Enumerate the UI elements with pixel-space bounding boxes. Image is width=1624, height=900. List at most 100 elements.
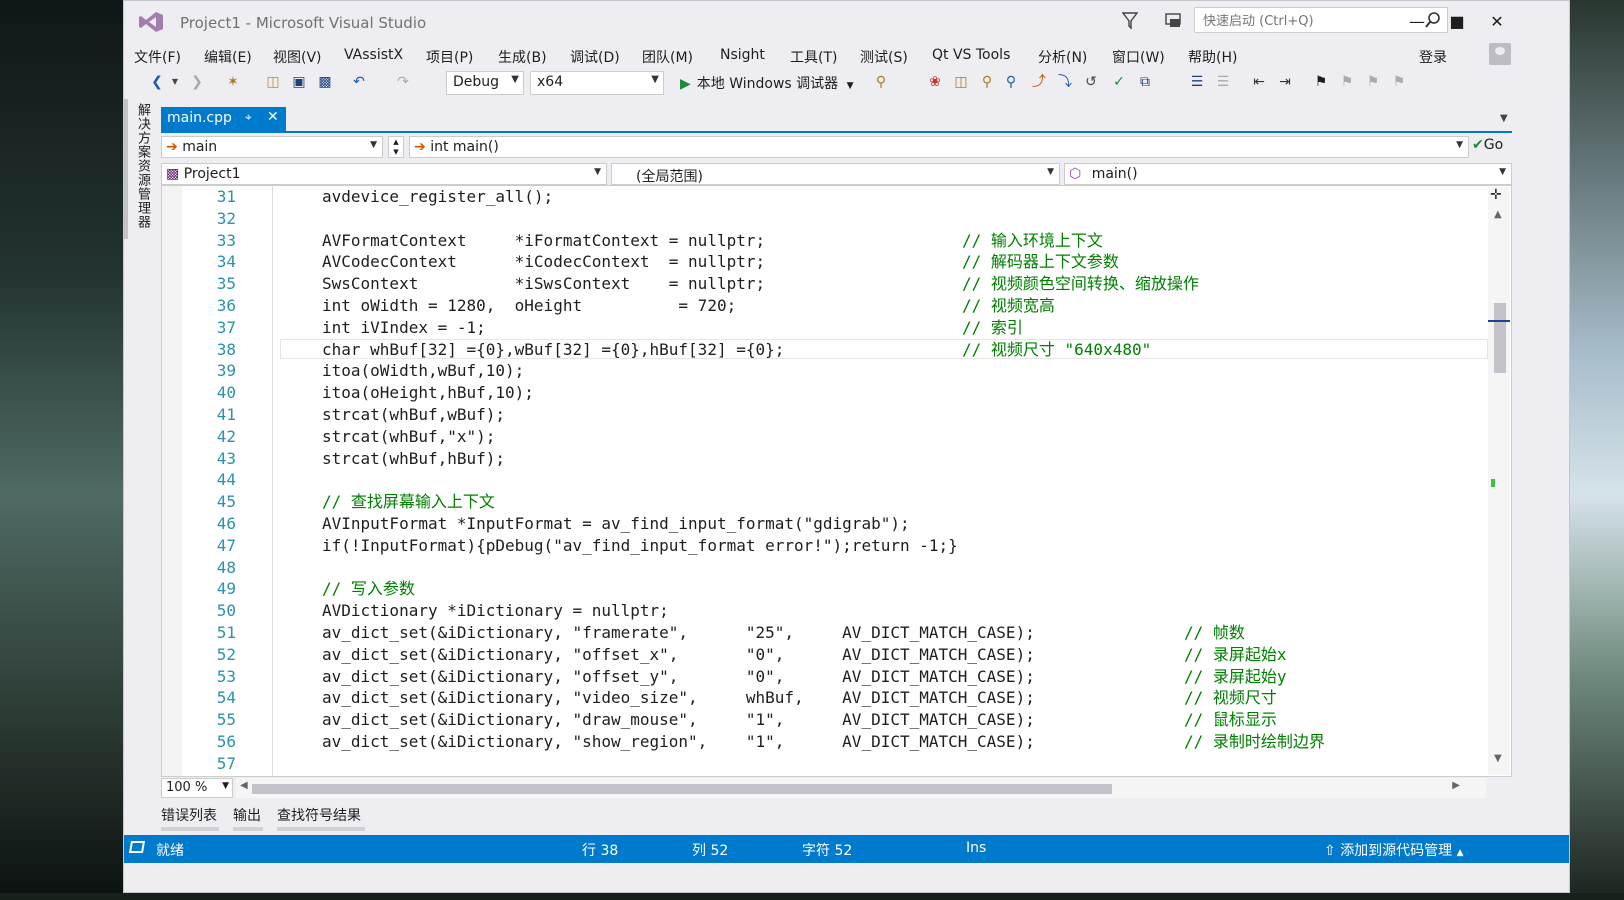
code-line[interactable]: 57: [162, 753, 1511, 775]
back-dropdown-icon[interactable]: ▼: [166, 73, 184, 91]
scroll-down-icon[interactable]: ▼: [1494, 753, 1502, 764]
code-line[interactable]: 42 strcat(whBuf,"x");: [162, 426, 1511, 448]
code-line[interactable]: 36 int oWidth = 1280, oHeight = 720; // 视频…: [162, 295, 1511, 317]
code-line[interactable]: 45 // 查找屏幕输入上下文: [162, 491, 1511, 513]
menu-debug[interactable]: 调试(D): [570, 47, 620, 67]
code-line[interactable]: 40 itoa(oHeight,hBuf,10);: [162, 382, 1511, 404]
code-line[interactable]: 52 av_dict_set(&iDictionary, "offset_x", …: [162, 644, 1511, 666]
quick-launch-input[interactable]: [1201, 9, 1423, 33]
code-line[interactable]: 46 AVInputFormat *InputFormat = av_find_i…: [162, 513, 1511, 535]
navigate-forward-icon[interactable]: ❯: [188, 73, 206, 91]
vassistx-definition-combo[interactable]: ➔ int main() ▼: [409, 136, 1469, 158]
decrease-indent-icon[interactable]: ⇤: [1250, 73, 1268, 91]
open-file-icon[interactable]: ◫: [264, 73, 282, 91]
menu-analyze[interactable]: 分析(N): [1038, 47, 1087, 67]
output-window-icon[interactable]: [128, 841, 146, 853]
code-line[interactable]: 47 if(!InputFormat){pDebug("av_find_input…: [162, 535, 1511, 557]
code-line[interactable]: 44: [162, 469, 1511, 491]
find-in-files-icon[interactable]: ⚲: [872, 73, 890, 91]
step-back-icon[interactable]: ↺: [1082, 73, 1100, 91]
code-line[interactable]: 53 av_dict_set(&iDictionary, "offset_y", …: [162, 666, 1511, 688]
symbol-spinner[interactable]: ▲ ▼: [388, 136, 404, 158]
vassistx-icon[interactable]: ❀: [926, 73, 944, 91]
close-button[interactable]: ✕: [1480, 9, 1514, 35]
uncomment-lines-icon[interactable]: ☰: [1214, 73, 1232, 91]
comment-lines-icon[interactable]: ☰: [1188, 73, 1206, 91]
scope-select[interactable]: (全局范围) ▼: [611, 163, 1060, 185]
code-editor[interactable]: 31 avdevice_register_all(); 32 33 AVFormatCo…: [161, 185, 1512, 777]
code-line[interactable]: 50 AVDictionary *iDictionary = nullptr;: [162, 600, 1511, 622]
tab-find-symbol-results[interactable]: 查找符号结果: [277, 805, 361, 825]
scroll-up-icon[interactable]: ▲: [1494, 209, 1502, 220]
code-line[interactable]: 56 av_dict_set(&iDictionary, "show_region…: [162, 731, 1511, 753]
code-line[interactable]: 34 AVCodecContext *iCodecContext = nullpt…: [162, 251, 1511, 273]
menu-window[interactable]: 窗口(W): [1112, 47, 1165, 67]
scroll-left-icon[interactable]: ◀: [240, 780, 248, 791]
code-line[interactable]: 49 // 写入参数: [162, 578, 1511, 600]
menu-project[interactable]: 项目(P): [426, 47, 473, 67]
undo-icon[interactable]: ↶: [350, 73, 368, 91]
previous-bookmark-icon[interactable]: ⚑: [1338, 73, 1356, 91]
close-tab-icon[interactable]: ✕: [267, 109, 279, 125]
tab-overflow-dropdown-icon[interactable]: ▼: [1500, 113, 1508, 124]
account-avatar[interactable]: [1489, 43, 1511, 65]
title-bar[interactable]: Project1 - Microsoft Visual Studio — ■ ✕: [124, 1, 1569, 43]
solution-platform-select[interactable]: x64 ▼: [530, 71, 664, 95]
pin-icon[interactable]: ⌖: [245, 110, 252, 125]
member-select[interactable]: ⬡ main() ▼: [1064, 163, 1512, 185]
code-line[interactable]: 32: [162, 208, 1511, 230]
menu-view[interactable]: 视图(V): [273, 47, 322, 67]
editor-horizontal-scrollbar[interactable]: ◀ ▶: [236, 778, 1486, 798]
refactor-icon[interactable]: ⧉: [1136, 73, 1154, 91]
solution-explorer-tab[interactable]: 解决方案资源管理器: [130, 103, 152, 243]
code-line[interactable]: 43 strcat(whBuf,hBuf);: [162, 448, 1511, 470]
new-project-icon[interactable]: ✶: [224, 73, 242, 91]
zoom-select[interactable]: 100 % ▼: [161, 778, 233, 798]
code-line[interactable]: 31 avdevice_register_all();: [162, 186, 1511, 208]
tab-error-list[interactable]: 错误列表: [161, 805, 217, 825]
increase-indent-icon[interactable]: ⇥: [1276, 73, 1294, 91]
go-button[interactable]: ✔Go: [1472, 137, 1503, 153]
menu-file[interactable]: 文件(F): [134, 47, 181, 67]
menu-nsight[interactable]: Nsight: [720, 47, 765, 63]
project-select[interactable]: ▩ Project1 ▼: [161, 163, 607, 185]
add-to-source-control-button[interactable]: ⇧ 添加到源代码管理 ▲: [1324, 840, 1464, 860]
code-line[interactable]: 37 int iVIndex = -1; // 索引: [162, 317, 1511, 339]
code-line[interactable]: 48: [162, 557, 1511, 579]
tab-main-cpp[interactable]: main.cpp ⌖ ✕: [161, 107, 286, 131]
clear-bookmarks-icon[interactable]: ⚑: [1390, 73, 1408, 91]
vassistx-symbol-combo[interactable]: ➔ main ▼: [161, 136, 383, 158]
go-to-icon[interactable]: ⤴: [1030, 73, 1048, 91]
scrollbar-thumb[interactable]: [1494, 303, 1506, 373]
solution-configuration-select[interactable]: Debug ▼: [446, 71, 524, 95]
spell-check-icon[interactable]: ✓: [1110, 73, 1128, 91]
start-debugging-button[interactable]: ▶ 本地 Windows 调试器 ▼: [680, 73, 854, 93]
feedback-icon[interactable]: [1164, 12, 1184, 30]
open-folder-icon[interactable]: ◫: [952, 73, 970, 91]
code-line[interactable]: 33 AVFormatContext *iFormatContext = null…: [162, 230, 1511, 252]
redo-icon[interactable]: ↷: [394, 73, 412, 91]
code-line[interactable]: 38 char whBuf[32] ={0},wBuf[32] ={0},hBuf…: [162, 339, 1511, 361]
hscrollbar-thumb[interactable]: [252, 784, 1112, 794]
menu-edit[interactable]: 编辑(E): [204, 47, 252, 67]
sign-in-link[interactable]: 登录: [1419, 47, 1447, 67]
navigate-back-icon[interactable]: ❮: [148, 73, 166, 91]
code-line[interactable]: 54 av_dict_set(&iDictionary, "video_size"…: [162, 687, 1511, 709]
tab-output[interactable]: 输出: [233, 805, 261, 825]
menu-build[interactable]: 生成(B): [498, 47, 547, 67]
menu-tools[interactable]: 工具(T): [790, 47, 837, 67]
code-line[interactable]: 35 SwsContext *iSwsContext = nullptr; // 视…: [162, 273, 1511, 295]
menu-test[interactable]: 测试(S): [860, 47, 908, 67]
menu-team[interactable]: 团队(M): [642, 47, 693, 67]
go-to-member-icon[interactable]: ⤵: [1056, 73, 1074, 91]
maximize-button[interactable]: ■: [1440, 9, 1474, 35]
editor-vertical-scrollbar[interactable]: ▲ ▼: [1488, 187, 1510, 775]
find-references-icon[interactable]: ⚲: [1002, 73, 1020, 91]
split-window-icon[interactable]: ✛: [1490, 187, 1502, 203]
code-line[interactable]: 41 strcat(whBuf,wBuf);: [162, 404, 1511, 426]
minimize-button[interactable]: —: [1400, 9, 1434, 35]
scroll-right-icon[interactable]: ▶: [1452, 780, 1460, 791]
notification-filter-icon[interactable]: [1122, 12, 1138, 30]
save-icon[interactable]: ▣: [290, 73, 308, 91]
menu-vassistx[interactable]: VAssistX: [344, 47, 403, 63]
